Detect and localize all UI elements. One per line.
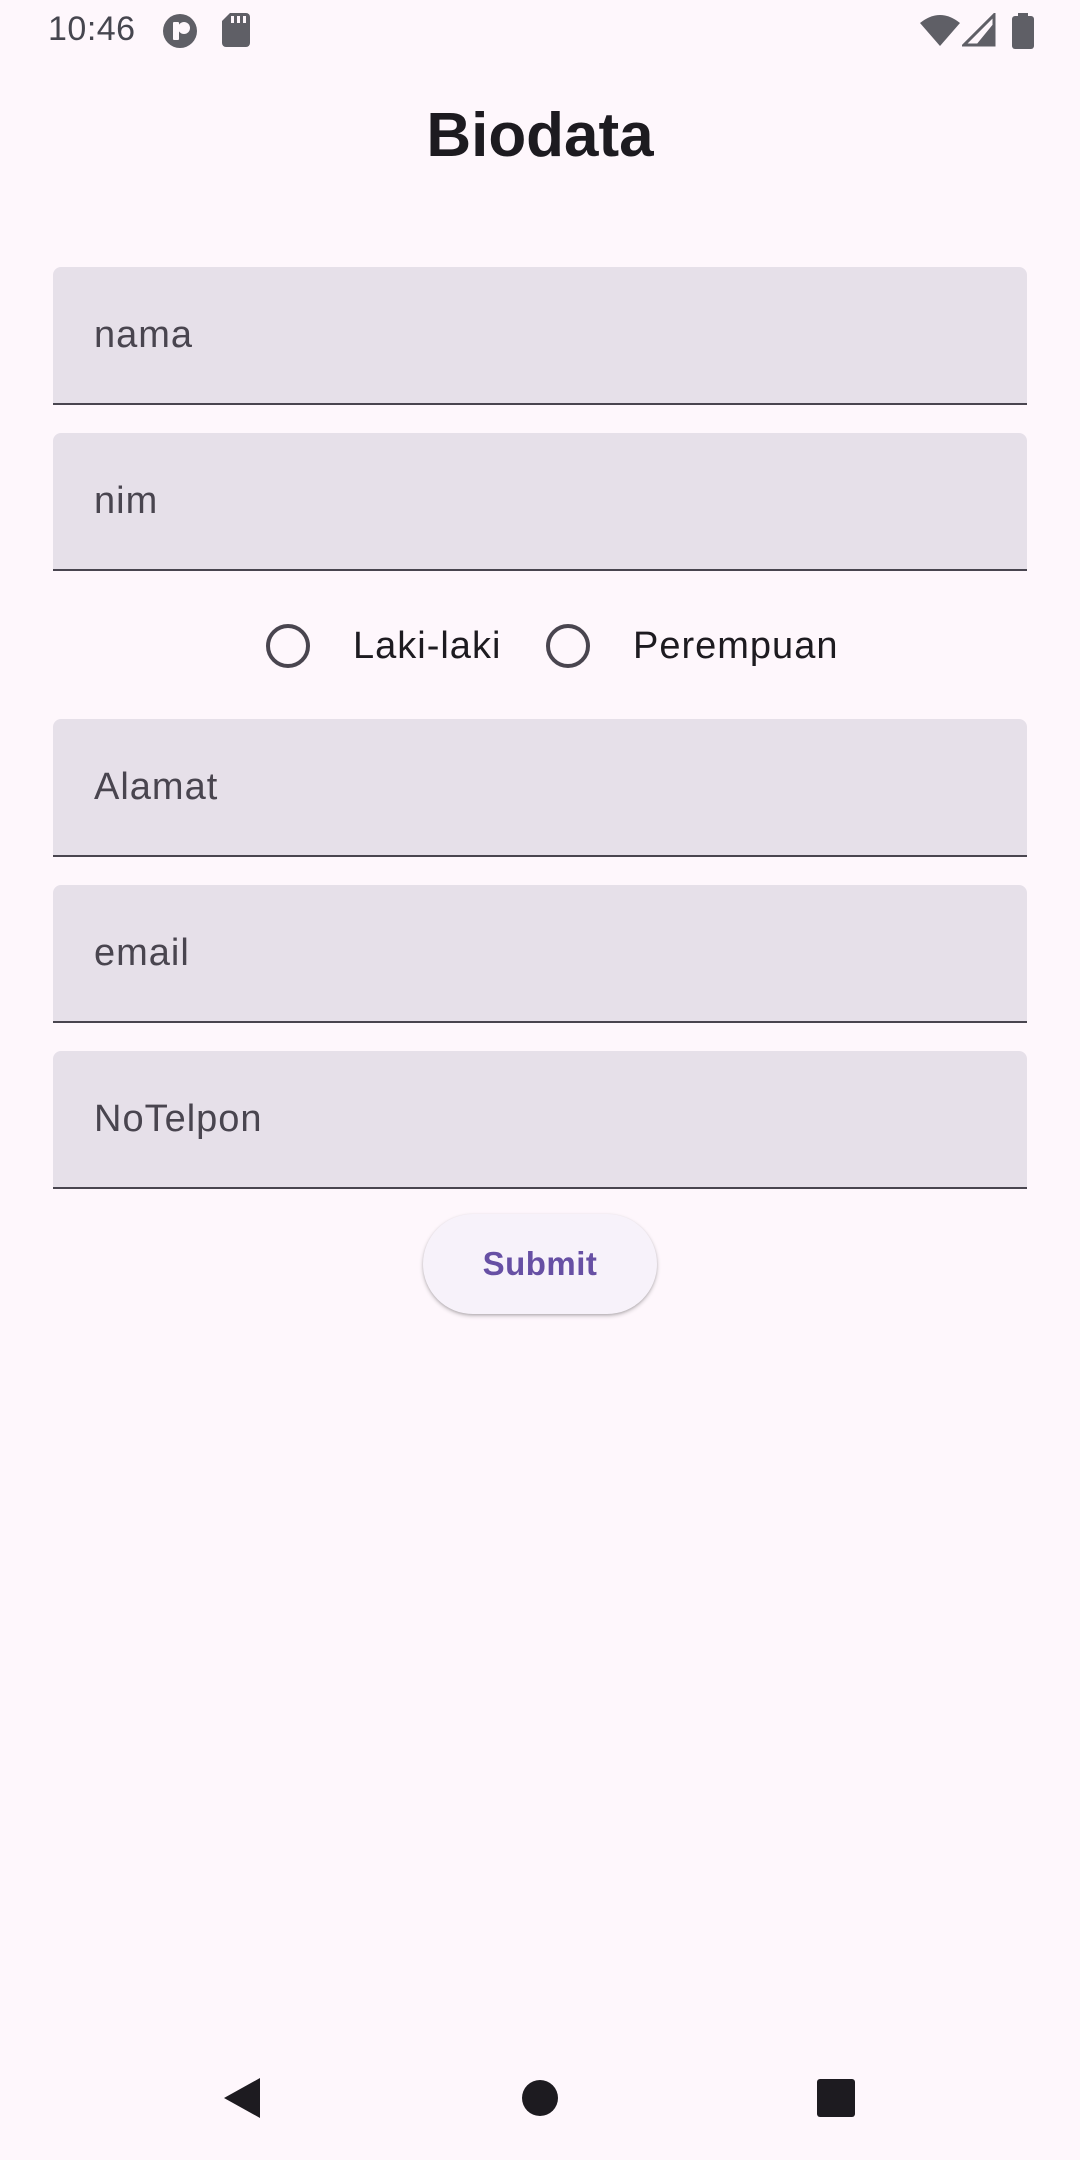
radio-laki-laki[interactable]: Laki-laki (266, 620, 501, 672)
nav-back-button[interactable] (162, 2040, 322, 2160)
radio-button-unselected-icon[interactable] (266, 624, 310, 668)
status-bar: 10:46 (0, 0, 1080, 60)
email-field[interactable] (53, 885, 1027, 1023)
home-icon (520, 2078, 560, 2123)
page-title: Biodata (426, 101, 654, 170)
radio-button-unselected-icon[interactable] (546, 624, 590, 668)
sd-card-icon (222, 13, 250, 52)
email-input[interactable] (53, 885, 1027, 1021)
alamat-field[interactable] (53, 719, 1027, 857)
notelpon-input[interactable] (53, 1051, 1027, 1187)
notelpon-field[interactable] (53, 1051, 1027, 1189)
nim-field[interactable] (53, 433, 1027, 571)
radio-perempuan[interactable]: Perempuan (546, 620, 838, 672)
nim-input[interactable] (53, 433, 1027, 569)
nama-field[interactable] (53, 267, 1027, 405)
alamat-input[interactable] (53, 719, 1027, 855)
nav-recents-button[interactable] (756, 2040, 916, 2160)
screen: 10:46 Biodata nama nim Laki-laki Perempu… (0, 0, 1080, 2160)
status-time: 10:46 (48, 10, 136, 48)
nav-home-button[interactable] (460, 2040, 620, 2160)
back-icon (220, 2076, 264, 2125)
cellular-signal-icon (960, 11, 996, 52)
nama-input[interactable] (53, 267, 1027, 403)
wifi-icon (920, 13, 960, 52)
recents-icon (817, 2078, 855, 2122)
app-notification-icon (162, 13, 198, 54)
navigation-bar (0, 2040, 1080, 2160)
radio-label-perempuan: Perempuan (633, 624, 839, 667)
submit-button[interactable]: Submit (423, 1214, 657, 1314)
battery-icon (1012, 13, 1034, 54)
radio-label-laki-laki: Laki-laki (353, 624, 502, 667)
